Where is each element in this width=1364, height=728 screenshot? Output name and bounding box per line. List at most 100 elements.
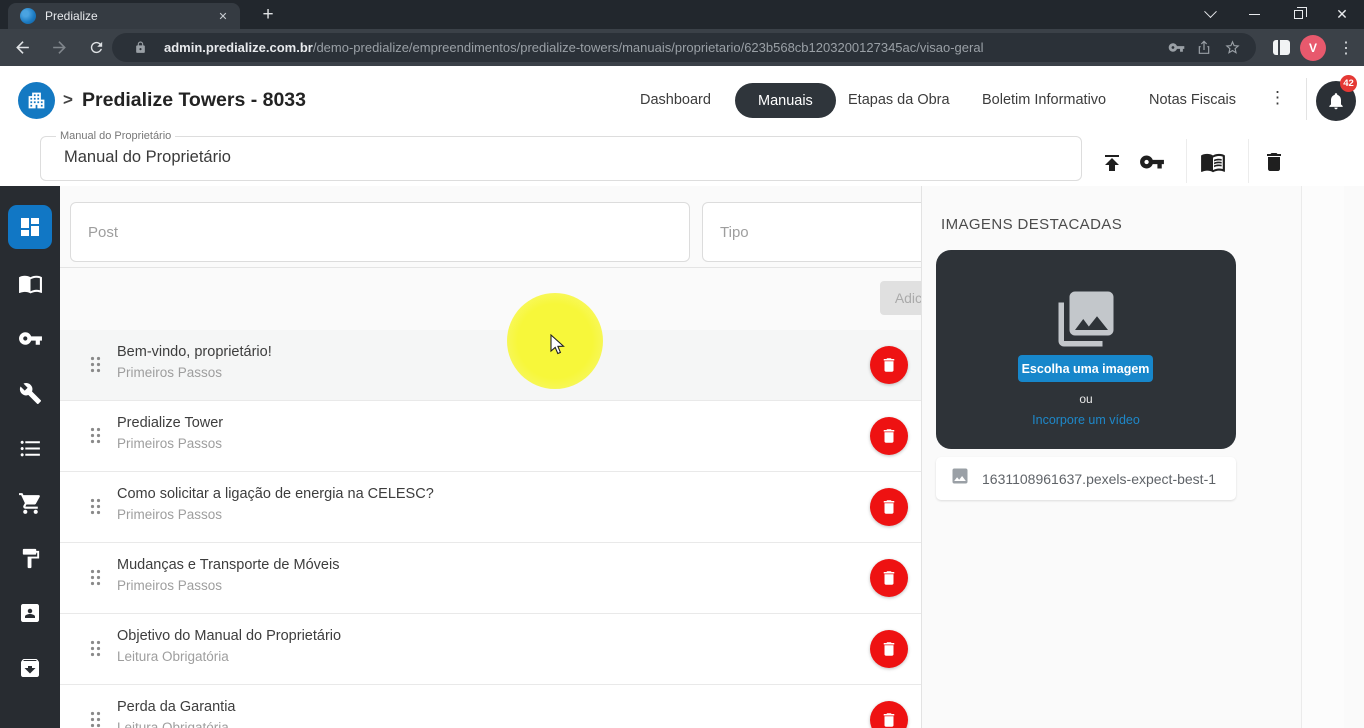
post-row[interactable]: Bem-vindo, proprietário! Primeiros Passo… xyxy=(60,330,962,401)
window-controls: ✕ xyxy=(1188,0,1364,29)
list-icon xyxy=(18,436,43,461)
choose-image-button[interactable]: Escolha uma imagem xyxy=(1018,355,1153,382)
sidebar-item-maintenance[interactable] xyxy=(17,380,43,406)
sidebar-item-shop[interactable] xyxy=(17,490,43,516)
post-row[interactable]: Perda da Garantia Leitura Obrigatória xyxy=(60,685,962,728)
sidebar-item-contacts[interactable] xyxy=(17,600,43,626)
window-close-button[interactable]: ✕ xyxy=(1320,0,1364,29)
back-button[interactable] xyxy=(7,33,37,63)
sidebar-item-finishes[interactable] xyxy=(17,545,43,571)
main-content: Post Tipo Adicionar Bem-vindo, proprietá… xyxy=(60,186,981,728)
screen: Predialize ✕ + ✕ admin.predialize.com.br… xyxy=(0,0,1364,728)
upload-icon xyxy=(1100,150,1124,174)
posts-list: Bem-vindo, proprietário! Primeiros Passo… xyxy=(60,330,981,728)
drag-handle-icon[interactable] xyxy=(90,640,101,662)
tab-dashboard[interactable]: Dashboard xyxy=(640,92,711,108)
tab-close-icon[interactable]: ✕ xyxy=(214,7,232,25)
browser-tab[interactable]: Predialize ✕ xyxy=(8,3,240,29)
window-menu-button[interactable] xyxy=(1188,0,1232,29)
file-name: 1631108961637.pexels-expect-best-1 xyxy=(982,471,1216,487)
archive-icon xyxy=(18,656,42,680)
image-icon xyxy=(950,466,970,491)
upload-button[interactable] xyxy=(1099,149,1125,175)
trash-icon xyxy=(880,356,898,374)
drag-handle-icon[interactable] xyxy=(90,356,101,378)
chevron-down-icon xyxy=(1204,5,1217,18)
post-title: Bem-vindo, proprietário! xyxy=(117,344,272,360)
lock-icon xyxy=(126,41,154,54)
minimize-icon xyxy=(1249,14,1260,16)
manual-name-field[interactable]: Manual do Proprietário Manual do Proprie… xyxy=(40,136,1082,181)
delete-post-button[interactable] xyxy=(870,346,908,384)
header-divider xyxy=(1306,78,1307,120)
image-upload-card: Escolha uma imagem ou Incorpore um vídeo xyxy=(936,250,1236,449)
header-more-menu[interactable]: ⋮ xyxy=(1269,88,1285,108)
drag-handle-icon[interactable] xyxy=(90,498,101,520)
share-icon[interactable] xyxy=(1190,40,1218,56)
sidebar-item-list[interactable] xyxy=(17,435,43,461)
url-path: /demo-predialize/empreendimentos/predial… xyxy=(313,40,984,55)
tab-etapas-da-obra[interactable]: Etapas da Obra xyxy=(848,92,950,108)
toolbar-right: V ⋮ xyxy=(1273,33,1356,62)
notification-badge: 42 xyxy=(1340,75,1357,92)
refresh-button[interactable] xyxy=(81,33,111,63)
action-divider xyxy=(1186,139,1187,183)
bookmark-star-icon[interactable] xyxy=(1218,39,1246,56)
minimize-button[interactable] xyxy=(1232,0,1276,29)
url-bar[interactable]: admin.predialize.com.br/demo-predialize/… xyxy=(112,33,1256,62)
tab-manuais[interactable]: Manuais xyxy=(735,83,836,118)
manual-field-row: Manual do Proprietário Manual do Proprie… xyxy=(0,130,1364,186)
forward-icon xyxy=(50,38,69,57)
refresh-icon xyxy=(88,39,105,56)
sidebar-item-manuals[interactable] xyxy=(17,270,43,296)
access-key-button[interactable] xyxy=(1139,149,1165,175)
manual-pages-button[interactable] xyxy=(1200,149,1226,175)
post-category: Primeiros Passos xyxy=(117,365,222,380)
delete-post-button[interactable] xyxy=(870,417,908,455)
page-title: Predialize Towers - 8033 xyxy=(82,89,306,112)
delete-manual-button[interactable] xyxy=(1261,149,1287,175)
trash-icon xyxy=(880,427,898,445)
restore-button[interactable] xyxy=(1276,0,1320,29)
delete-post-button[interactable] xyxy=(870,488,908,526)
post-title: Objetivo do Manual do Proprietário xyxy=(117,628,341,644)
post-title: Perda da Garantia xyxy=(117,699,236,715)
sidebar-item-archive[interactable] xyxy=(17,655,43,681)
dashboard-icon xyxy=(18,215,42,239)
post-input[interactable]: Post xyxy=(70,202,690,262)
drag-handle-icon[interactable] xyxy=(90,569,101,591)
drag-handle-icon[interactable] xyxy=(90,427,101,449)
new-tab-button[interactable]: + xyxy=(254,2,282,28)
or-label: ou xyxy=(936,392,1236,406)
tab-boletim-informativo[interactable]: Boletim Informativo xyxy=(982,92,1106,108)
delete-post-button[interactable] xyxy=(870,701,908,728)
trash-icon xyxy=(1262,150,1286,174)
browser-menu-icon[interactable]: ⋮ xyxy=(1336,38,1356,58)
password-key-icon[interactable] xyxy=(1162,39,1190,56)
sidebar-item-keys[interactable] xyxy=(17,325,43,351)
post-row[interactable]: Mudanças e Transporte de Móveis Primeiro… xyxy=(60,543,962,614)
action-divider xyxy=(1248,139,1249,183)
featured-image-item[interactable]: 1631108961637.pexels-expect-best-1 xyxy=(936,457,1236,500)
trash-icon xyxy=(880,711,898,728)
post-row[interactable]: Como solicitar a ligação de energia na C… xyxy=(60,472,962,543)
trash-icon xyxy=(880,498,898,516)
forward-button[interactable] xyxy=(44,33,74,63)
post-row[interactable]: Predialize Tower Primeiros Passos xyxy=(60,401,962,472)
trash-icon xyxy=(880,640,898,658)
delete-post-button[interactable] xyxy=(870,630,908,668)
post-row[interactable]: Objetivo do Manual do Proprietário Leitu… xyxy=(60,614,962,685)
side-panel-icon[interactable] xyxy=(1273,40,1290,55)
post-title: Como solicitar a ligação de energia na C… xyxy=(117,486,434,502)
browser-avatar[interactable]: V xyxy=(1300,35,1326,61)
open-book-icon xyxy=(18,271,43,296)
app-logo[interactable] xyxy=(18,82,55,119)
key-icon xyxy=(18,326,43,351)
embed-video-link[interactable]: Incorpore um vídeo xyxy=(936,413,1236,427)
drag-handle-icon[interactable] xyxy=(90,711,101,728)
building-icon xyxy=(26,90,47,111)
sidebar-item-dashboard[interactable] xyxy=(8,205,52,249)
divider xyxy=(60,267,981,268)
delete-post-button[interactable] xyxy=(870,559,908,597)
tab-notas-fiscais[interactable]: Notas Fiscais xyxy=(1149,92,1236,108)
